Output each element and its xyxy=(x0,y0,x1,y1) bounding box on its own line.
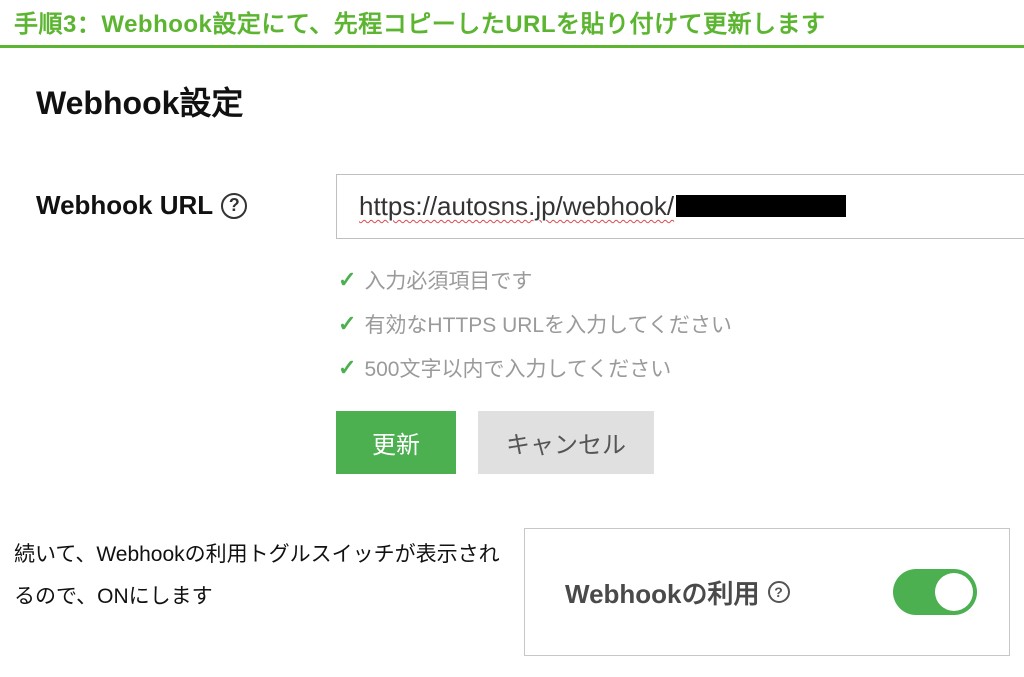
validation-item: ✓ 500文字以内で入力してください xyxy=(338,353,1024,383)
webhook-usage-label: Webhookの利用 ? xyxy=(565,574,790,611)
webhook-url-label: Webhook URL ? xyxy=(36,174,336,221)
validation-text: 500文字以内で入力してください xyxy=(364,353,671,383)
check-icon: ✓ xyxy=(338,355,356,381)
webhook-url-input-area: https://autosns.jp/webhook/ ✓ 入力必須項目です ✓… xyxy=(336,174,1024,474)
webhook-usage-label-text: Webhookの利用 xyxy=(565,574,760,611)
toggle-knob xyxy=(935,573,973,611)
check-icon: ✓ xyxy=(338,311,356,337)
webhook-url-row: Webhook URL ? https://autosns.jp/webhook… xyxy=(36,174,1024,474)
help-icon[interactable]: ? xyxy=(221,193,247,219)
button-row: 更新 キャンセル xyxy=(336,411,1024,474)
cancel-button[interactable]: キャンセル xyxy=(478,411,654,474)
webhook-url-label-text: Webhook URL xyxy=(36,190,213,221)
validation-item: ✓ 入力必須項目です xyxy=(338,265,1024,295)
check-icon: ✓ xyxy=(338,267,356,293)
section-title: Webhook設定 xyxy=(36,78,1024,124)
help-icon[interactable]: ? xyxy=(768,581,790,603)
step-header: 手順3：Webhook設定にて、先程コピーしたURLを貼り付けて更新します xyxy=(0,0,1024,48)
validation-list: ✓ 入力必須項目です ✓ 有効なHTTPS URLを入力してください ✓ 500… xyxy=(338,265,1024,383)
webhook-url-value: https://autosns.jp/webhook/ xyxy=(359,191,674,221)
instruction-text: 続いて、Webhookの利用トグルスイッチが表示されるので、ONにします xyxy=(14,528,504,618)
lower-section: 続いて、Webhookの利用トグルスイッチが表示されるので、ONにします Web… xyxy=(0,528,1024,656)
validation-text: 入力必須項目です xyxy=(364,265,532,295)
redacted-block xyxy=(676,195,846,217)
update-button[interactable]: 更新 xyxy=(336,411,456,474)
validation-text: 有効なHTTPS URLを入力してください xyxy=(364,309,731,339)
webhook-usage-toggle[interactable] xyxy=(893,569,977,615)
webhook-url-input[interactable]: https://autosns.jp/webhook/ xyxy=(336,174,1024,239)
webhook-usage-card: Webhookの利用 ? xyxy=(524,528,1010,656)
validation-item: ✓ 有効なHTTPS URLを入力してください xyxy=(338,309,1024,339)
